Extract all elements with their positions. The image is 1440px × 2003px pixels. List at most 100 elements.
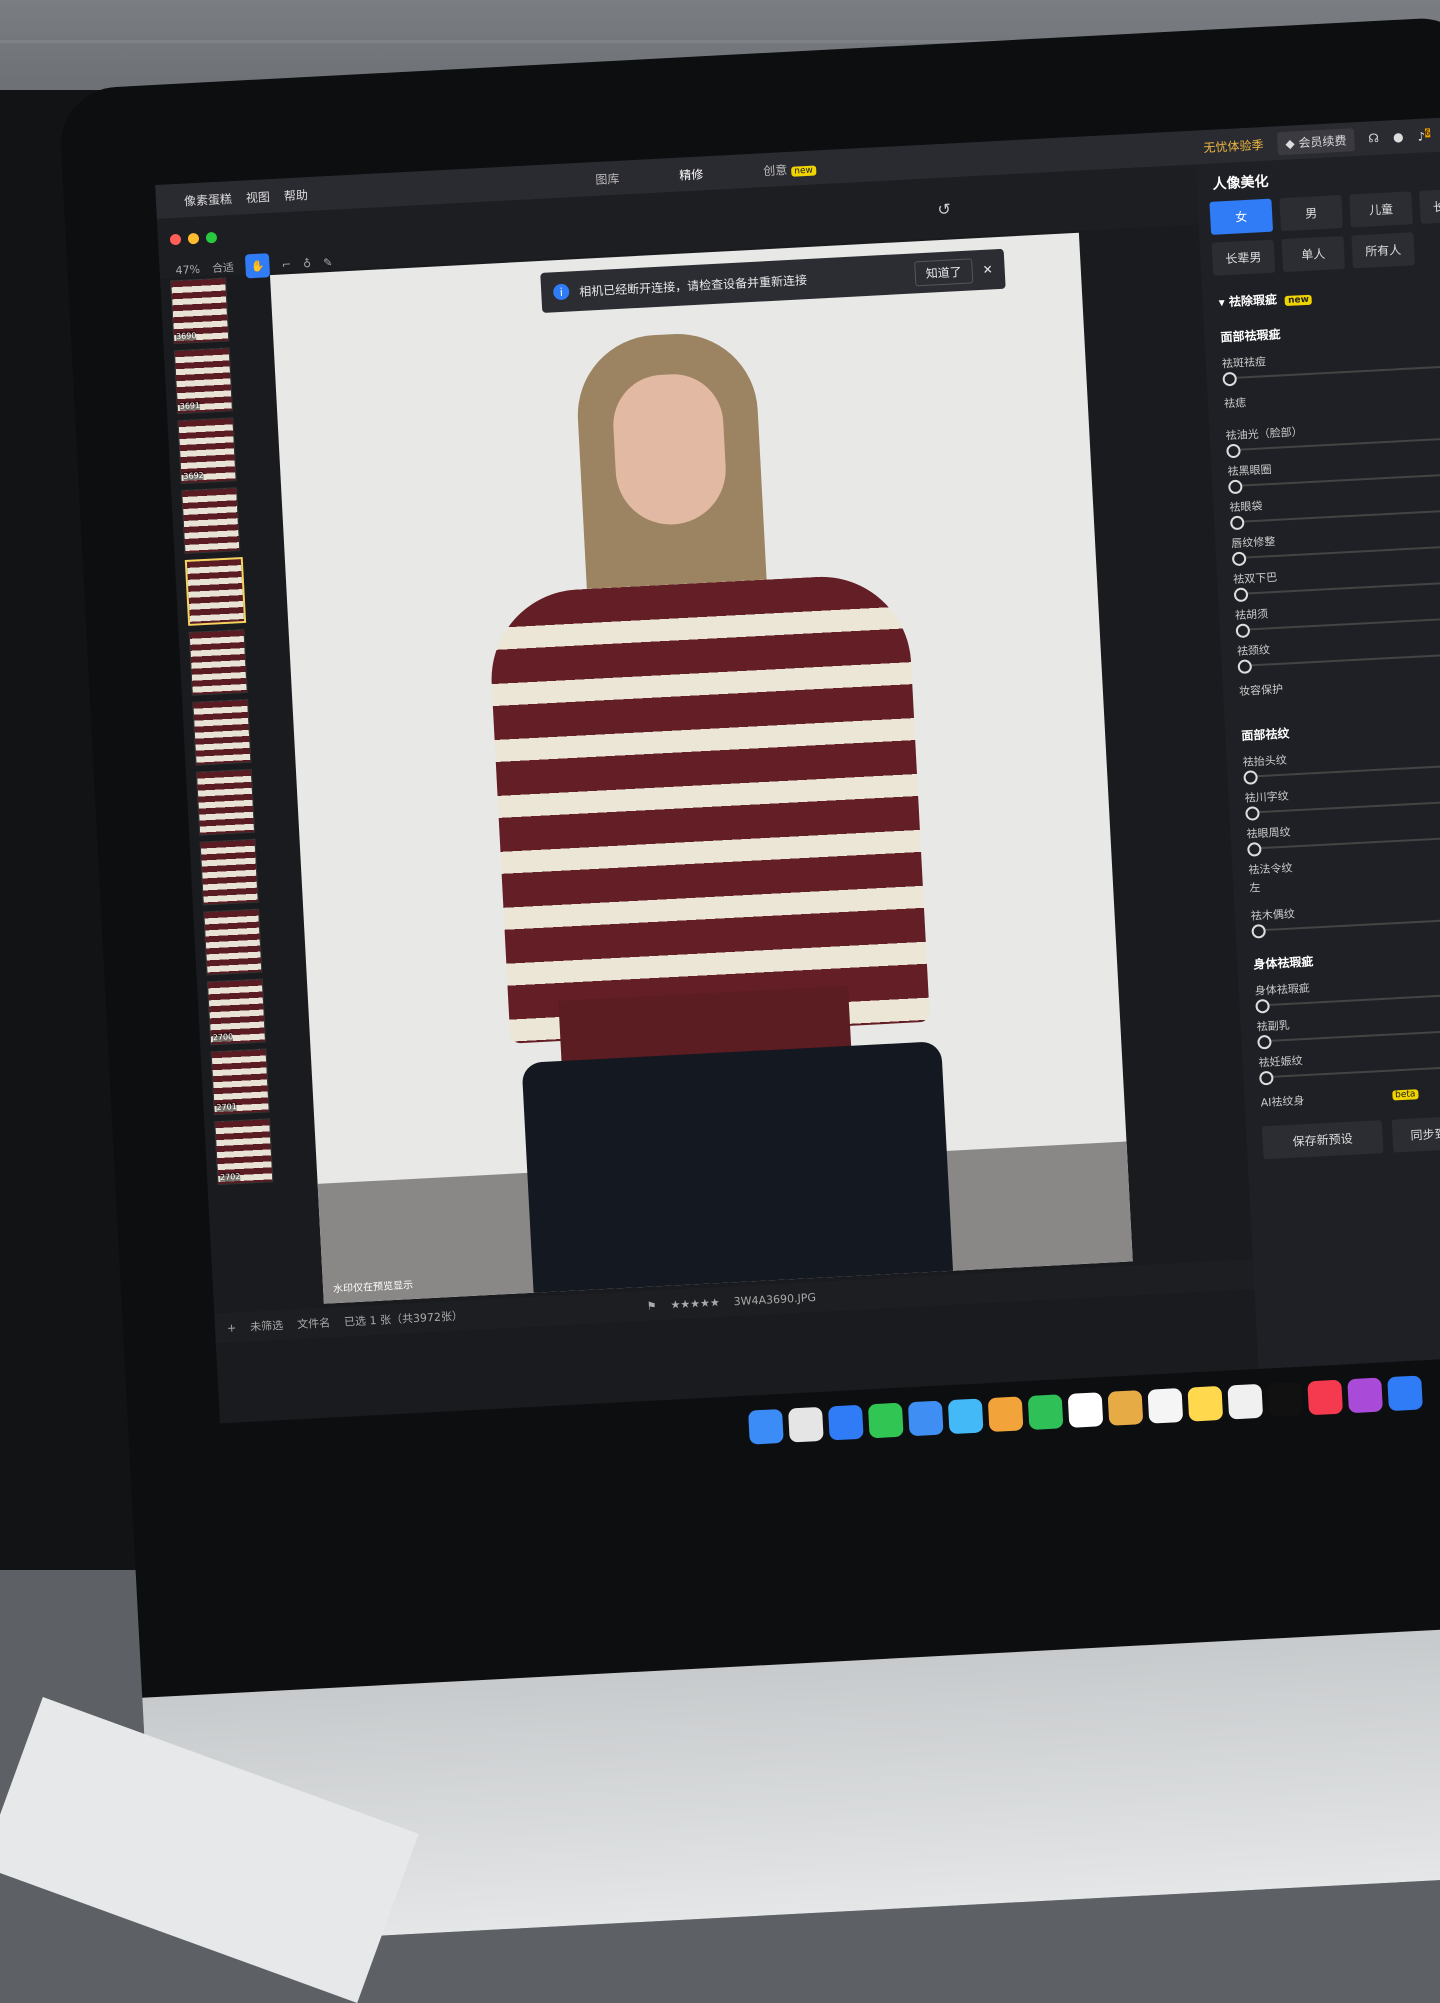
thumbnail[interactable]: [192, 698, 252, 766]
filter-button[interactable]: 未筛选: [250, 1317, 284, 1335]
thumbnail-number: 2700: [212, 1032, 234, 1043]
dock-app-icon[interactable]: [1107, 1390, 1144, 1426]
group-blemish-label: 祛除瑕疵: [1228, 292, 1278, 310]
slider-label: 祛川字纹: [1244, 789, 1289, 805]
tab-library[interactable]: 图库: [595, 169, 620, 187]
thumbnail-number: 3691: [179, 401, 201, 412]
eraser-tool-icon[interactable]: ✎: [323, 255, 333, 268]
crop-tool-icon[interactable]: ⌐: [282, 258, 292, 271]
chip-everyone[interactable]: 所有人: [1351, 232, 1416, 269]
slider-label: 祛法令纹: [1248, 861, 1293, 877]
thumbnail[interactable]: 2700: [206, 978, 267, 1046]
zoom-window-button[interactable]: [205, 231, 218, 244]
menu-view[interactable]: 视图: [245, 188, 271, 206]
toggle-label: 祛痣: [1223, 396, 1247, 411]
stamp-tool-icon[interactable]: ♁: [303, 256, 312, 269]
vip-label: 会员续费: [1298, 133, 1347, 150]
slider-label: 祛颈纹: [1236, 643, 1271, 659]
menu-app-name[interactable]: 像素蛋糕: [184, 190, 233, 209]
menu-help[interactable]: 帮助: [283, 186, 309, 204]
thumbnail[interactable]: [188, 628, 248, 696]
hand-tool-icon[interactable]: ✋: [245, 253, 271, 279]
close-window-button[interactable]: [169, 233, 182, 246]
slider-label: 祛木偶纹: [1250, 907, 1296, 923]
notification-count: 6: [1424, 127, 1431, 138]
undo-icon[interactable]: ↺: [937, 199, 951, 219]
save-preset-button[interactable]: 保存新预设: [1261, 1120, 1384, 1160]
flag-icon[interactable]: ⚑: [646, 1299, 657, 1312]
bell-icon[interactable]: ♪6: [1417, 127, 1431, 143]
thumbnail[interactable]: [181, 487, 241, 555]
slider-label: 祛眼袋: [1229, 499, 1263, 515]
left-label: 左: [1249, 881, 1261, 895]
got-it-button[interactable]: 知道了: [914, 257, 974, 286]
thumbnail[interactable]: [199, 838, 259, 906]
slider-label: 祛双下巴: [1232, 570, 1278, 587]
chip-single[interactable]: 单人: [1281, 235, 1346, 273]
group-blemish[interactable]: ▾ 祛除瑕疵 new: [1218, 280, 1440, 311]
dock-app-icon[interactable]: [1227, 1383, 1264, 1420]
add-icon[interactable]: +: [227, 1321, 237, 1334]
thumbnail[interactable]: 2702: [214, 1118, 274, 1186]
thumbnail[interactable]: [203, 908, 263, 976]
chip-child[interactable]: 儿童: [1349, 191, 1413, 228]
thumbnail[interactable]: [195, 768, 256, 836]
thumbnail[interactable]: 2701: [210, 1048, 270, 1116]
headset-icon[interactable]: ☊: [1368, 131, 1379, 146]
dock-app-icon[interactable]: [1307, 1379, 1344, 1416]
sync-button[interactable]: 同步到选中图片: [1391, 1113, 1440, 1153]
dock-app-icon[interactable]: [867, 1402, 904, 1439]
dock-app-icon[interactable]: [748, 1408, 784, 1445]
dock-app-icon[interactable]: [827, 1404, 864, 1441]
dock-app-icon[interactable]: [947, 1398, 984, 1435]
info-icon: i: [552, 283, 570, 301]
filmstrip: 3690 3691 3692 2700 2701 2702: [170, 277, 281, 1299]
thumbnail-number: 3692: [183, 470, 204, 481]
dock-app-icon[interactable]: [788, 1406, 824, 1443]
slider-label: 祛眼周纹: [1246, 825, 1291, 841]
new-badge: new: [1284, 294, 1313, 307]
toggle-label: AI祛纹身: [1260, 1094, 1305, 1110]
slider-label: 祛油光（脸部）: [1225, 425, 1303, 443]
user-icon[interactable]: ●: [1393, 130, 1404, 145]
dock-app-icon[interactable]: [1387, 1375, 1423, 1412]
striped-sweater: [486, 572, 930, 1044]
thumbnail[interactable]: 3690: [170, 277, 230, 345]
dock-app-icon[interactable]: [987, 1396, 1024, 1433]
thumbnail[interactable]: 3692: [177, 417, 237, 485]
zoom-level[interactable]: 47%: [175, 262, 200, 276]
tab-creative[interactable]: 创意 new: [763, 159, 817, 179]
dock-app-icon[interactable]: [1027, 1394, 1064, 1430]
slider-label: 祛妊娠纹: [1258, 1054, 1303, 1070]
slider-label: 祛黑眼圈: [1227, 463, 1272, 479]
filename: 3W4A3690.JPG: [733, 1290, 817, 1308]
dock-app-icon[interactable]: [1067, 1392, 1104, 1428]
dock-app-icon[interactable]: [1187, 1385, 1224, 1422]
chip-elder-female[interactable]: 长辈女: [1419, 187, 1440, 224]
dock-app-icon[interactable]: [1267, 1381, 1304, 1418]
minimize-window-button[interactable]: [187, 232, 200, 245]
vip-button[interactable]: ◆ 会员续费: [1276, 127, 1355, 155]
fit-button[interactable]: 合适: [212, 259, 235, 276]
window-controls: [169, 231, 218, 246]
thumbnail-number: 2701: [216, 1102, 238, 1113]
model-jeans: [521, 1041, 954, 1303]
chip-male[interactable]: 男: [1279, 194, 1343, 232]
rating-stars[interactable]: ★★★★★: [670, 1296, 720, 1312]
panel-title: 人像美化: [1212, 173, 1269, 193]
chip-elder-male[interactable]: 长辈男: [1211, 239, 1276, 276]
sort-button[interactable]: 文件名: [297, 1314, 331, 1332]
promo-label[interactable]: 无忧体验季: [1203, 135, 1264, 155]
photo-canvas[interactable]: 水印仅在预览显示: [269, 232, 1133, 1304]
thumbnail-selected[interactable]: [184, 556, 247, 626]
model-face: [610, 371, 729, 528]
tab-retouch[interactable]: 精修: [679, 165, 704, 183]
close-icon[interactable]: ✕: [982, 262, 993, 277]
chip-female[interactable]: 女: [1209, 198, 1274, 235]
slider-label: 祛胡须: [1234, 607, 1269, 623]
dock-app-icon[interactable]: [1347, 1377, 1383, 1414]
dock-app-icon[interactable]: [907, 1400, 944, 1437]
thumbnail[interactable]: 3691: [173, 347, 234, 415]
slider-knob[interactable]: [1251, 923, 1267, 939]
dock-app-icon[interactable]: [1147, 1387, 1184, 1424]
